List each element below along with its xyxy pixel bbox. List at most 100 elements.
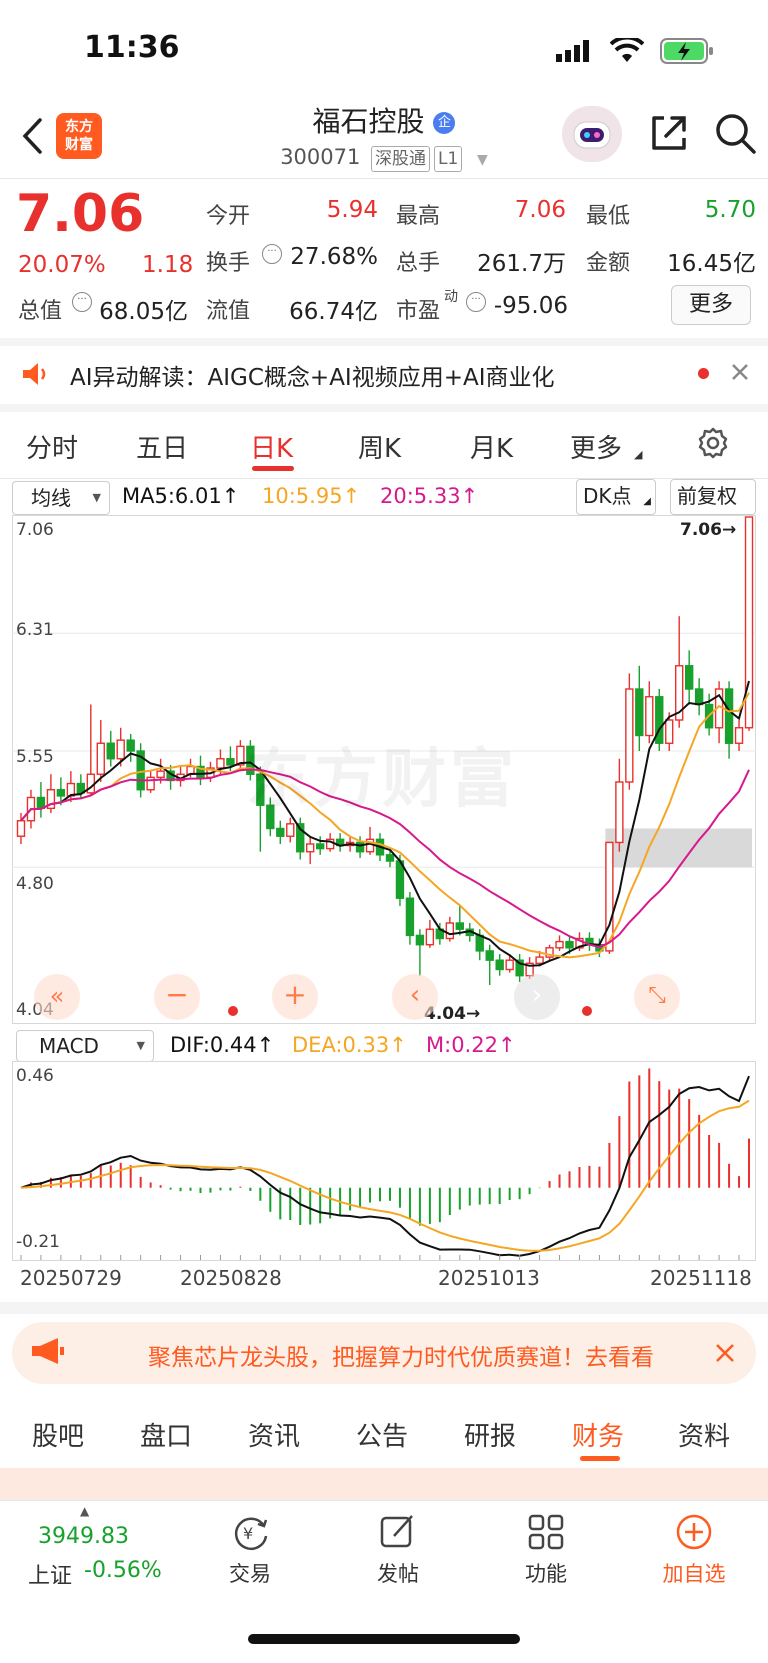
- tab-news[interactable]: 资讯: [248, 1416, 300, 1453]
- dk-point-button[interactable]: DK点 ◢: [576, 479, 656, 515]
- price-tick-top: 7.06: [16, 520, 54, 540]
- promo-text[interactable]: 聚焦芯片龙头股，把握算力时代优质赛道！去看看: [148, 1338, 700, 1372]
- tab-financials[interactable]: 财务: [572, 1416, 624, 1453]
- post-edit-icon[interactable]: [378, 1512, 418, 1556]
- more-caret-icon: ◢: [634, 448, 643, 461]
- macd-chart[interactable]: [12, 1061, 756, 1261]
- turnover-label: 换手: [206, 251, 251, 276]
- index-up-arrow-icon: ▲: [80, 1504, 90, 1518]
- candle-body: [555, 940, 564, 949]
- float-label: 流值: [206, 299, 251, 324]
- candle-body: [16, 820, 26, 837]
- ai-banner-text[interactable]: AI异动解读：AIGC概念+AI视频应用+AI商业化: [70, 358, 555, 392]
- watermark: 东方财富: [246, 743, 518, 817]
- macd-frame: [12, 1061, 756, 1261]
- low-value: 5.70: [704, 197, 756, 223]
- last-price: 7.06: [16, 184, 145, 244]
- candle-body: [276, 827, 285, 837]
- adjust-button[interactable]: 前复权: [670, 479, 756, 515]
- tab-announcements[interactable]: 公告: [356, 1416, 408, 1453]
- tab-research[interactable]: 研报: [464, 1416, 516, 1453]
- volume-label: 总手: [396, 251, 441, 276]
- ma5-text: MA5:6.01: [122, 484, 222, 508]
- candle-body: [645, 696, 654, 737]
- tab-weekly-k[interactable]: 周K: [358, 428, 401, 465]
- scroll-left-button[interactable]: «: [34, 974, 80, 1020]
- tab-profile[interactable]: 资料: [678, 1416, 730, 1453]
- macd-selector-label: MACD: [39, 1034, 99, 1058]
- dea-readout: DEA:0.33↑: [292, 1033, 407, 1057]
- tab-more[interactable]: 更多: [570, 428, 622, 465]
- candle-body: [156, 770, 165, 779]
- add-watchlist-icon[interactable]: [674, 1512, 714, 1556]
- tab-active-underline: [580, 1456, 620, 1461]
- info-dots-icon[interactable]: ···: [262, 244, 282, 264]
- scroll-next-button[interactable]: ›: [514, 974, 560, 1020]
- candle-body: [635, 688, 644, 737]
- candle-body: [226, 758, 235, 766]
- macd-selector[interactable]: MACD ▼: [16, 1030, 154, 1062]
- candle-body: [126, 739, 135, 752]
- turnover-value: 27.68%: [290, 244, 378, 270]
- candle-body: [315, 843, 325, 850]
- scroll-prev-button[interactable]: ‹: [392, 974, 438, 1020]
- nav-functions[interactable]: 功能: [496, 1558, 596, 1588]
- index-value[interactable]: 3949.83: [38, 1524, 129, 1549]
- svg-text:¥: ¥: [243, 1524, 253, 1543]
- amount-value: 16.45亿: [667, 251, 756, 277]
- candle-body: [56, 789, 66, 797]
- candle-body: [475, 934, 484, 952]
- tab-monthly-k[interactable]: 月K: [470, 428, 513, 465]
- candle-body: [495, 959, 504, 971]
- date-label: 20251118: [650, 1266, 752, 1290]
- fullscreen-button[interactable]: ⤡: [634, 974, 680, 1020]
- high-label: 最高: [396, 204, 441, 229]
- price-tick-4: 4.80: [16, 874, 54, 894]
- volume-value: 261.7万: [477, 251, 566, 277]
- ma20-text: 20:5.33: [380, 484, 461, 508]
- info-dots-icon[interactable]: ···: [466, 292, 486, 312]
- candle-body: [684, 665, 694, 690]
- dropdown-caret-icon: ▼: [92, 491, 101, 504]
- indicator-selector[interactable]: 均线 ▼: [12, 481, 110, 515]
- nav-trade[interactable]: 交易: [200, 1558, 300, 1588]
- zoom-in-button[interactable]: +: [272, 974, 318, 1020]
- tab-five-day[interactable]: 五日: [136, 428, 188, 465]
- tab-forum[interactable]: 股吧: [32, 1416, 84, 1453]
- tab-orderbook[interactable]: 盘口: [140, 1416, 192, 1453]
- ai-assistant-avatar[interactable]: [562, 106, 622, 162]
- candle-body: [415, 934, 425, 946]
- trade-icon[interactable]: ¥: [230, 1512, 270, 1556]
- ma10-text: 10:5.95: [262, 484, 343, 508]
- stock-name: 福石控股: [312, 105, 425, 138]
- functions-grid-icon[interactable]: [526, 1512, 566, 1556]
- index-name: 上证: [28, 1564, 73, 1589]
- m-readout: M:0.22↑: [426, 1033, 516, 1057]
- search-icon[interactable]: [714, 112, 758, 160]
- candle-body: [405, 897, 415, 937]
- candle-body: [485, 950, 494, 961]
- header-divider: [0, 178, 768, 179]
- close-icon[interactable]: [714, 1342, 736, 1368]
- nav-post[interactable]: 发帖: [348, 1558, 448, 1588]
- candle-body: [116, 739, 125, 760]
- dk-caret-icon: ◢: [643, 496, 651, 507]
- zoom-out-button[interactable]: −: [154, 974, 200, 1020]
- date-label: 20251013: [438, 1266, 540, 1290]
- open-label: 今开: [206, 204, 251, 229]
- close-icon[interactable]: [730, 362, 750, 386]
- nav-add-watchlist[interactable]: 加自选: [644, 1558, 744, 1588]
- amount-label: 金额: [586, 251, 631, 276]
- settings-gear-icon[interactable]: [696, 426, 730, 464]
- float-value: 66.74亿: [289, 299, 378, 325]
- candle-body: [535, 956, 544, 965]
- more-button[interactable]: 更多: [671, 285, 751, 325]
- tab-intraday[interactable]: 分时: [26, 428, 78, 465]
- tab-daily-k[interactable]: 日K: [250, 428, 293, 465]
- ma20-readout: 20:5.33↑: [380, 484, 479, 508]
- candle-body: [445, 922, 455, 940]
- red-dot-icon: [698, 368, 709, 379]
- dif-text: DIF:0.44: [170, 1033, 257, 1057]
- wifi-icon: [609, 35, 645, 68]
- share-icon[interactable]: [648, 112, 690, 158]
